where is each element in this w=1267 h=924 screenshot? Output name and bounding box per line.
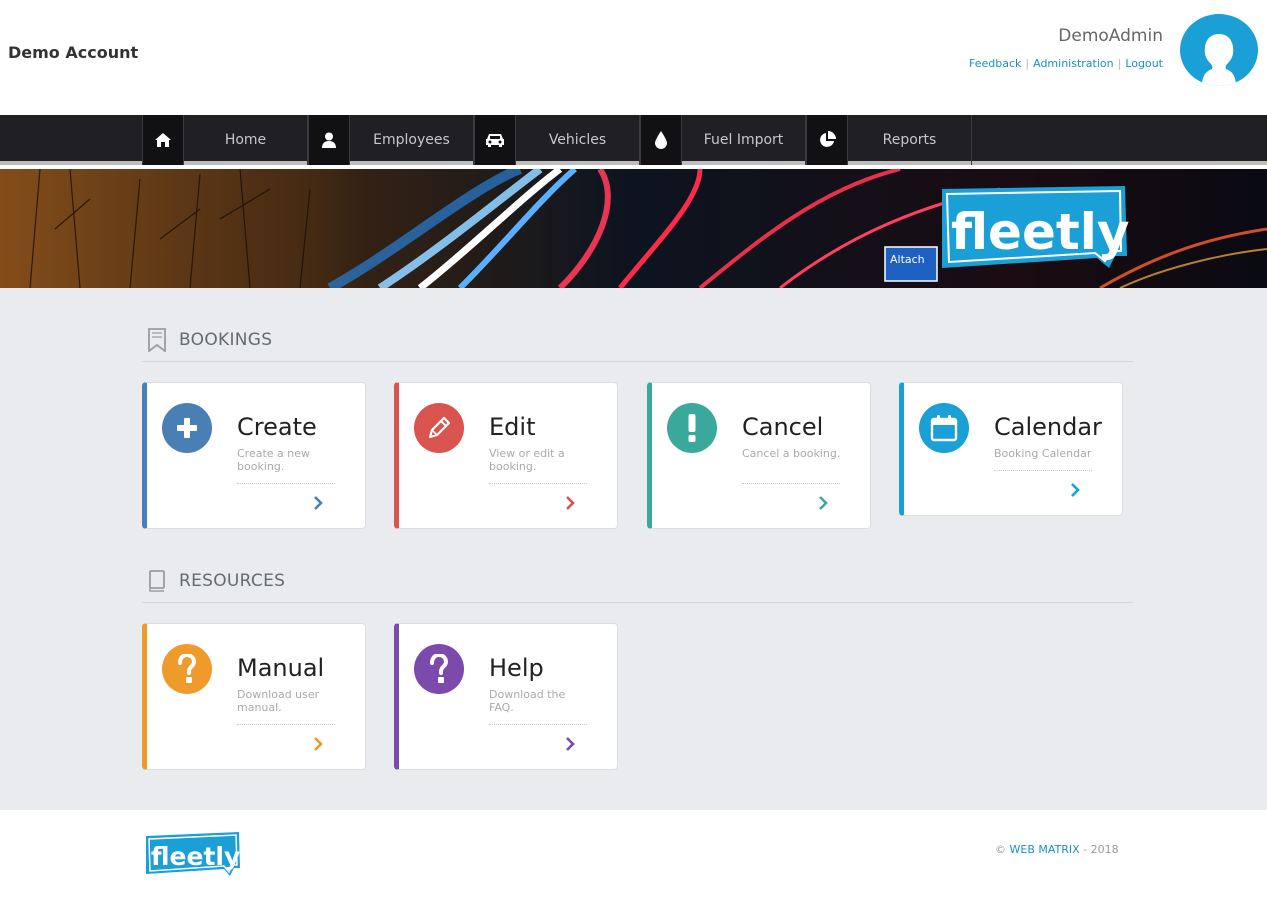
- fuel-drop-icon: [640, 115, 682, 165]
- user-silhouette-icon: [1202, 34, 1236, 86]
- card-divider: [742, 483, 840, 484]
- help-card[interactable]: Help Download the FAQ.: [394, 623, 618, 770]
- manual-card[interactable]: Manual Download user manual.: [142, 623, 366, 770]
- create-booking-card[interactable]: Create Create a new booking.: [142, 382, 366, 529]
- section-divider: [142, 361, 1133, 362]
- resources-section-title: RESOURCES: [146, 569, 285, 593]
- brand-link[interactable]: WEB MATRIX: [1010, 843, 1080, 856]
- card-title: Edit: [489, 413, 536, 441]
- card-title: Create: [237, 413, 317, 441]
- bookings-section-title: BOOKINGS: [146, 328, 272, 352]
- card-divider: [489, 483, 587, 484]
- nav-item-reports[interactable]: Reports: [806, 115, 972, 165]
- copyright: © WEB MATRIX - 2018: [995, 843, 1119, 856]
- nav-item-vehicles[interactable]: Vehicles: [474, 115, 640, 165]
- card-title: Manual: [237, 654, 325, 682]
- cancel-booking-card[interactable]: Cancel Cancel a booking.: [647, 382, 871, 529]
- user-icon: [308, 115, 350, 165]
- section-divider: [142, 602, 1133, 603]
- main-content: BOOKINGS Create Create a new booking. Ed…: [0, 288, 1267, 810]
- card-title: Cancel: [742, 413, 824, 441]
- bookmark-icon: [146, 328, 168, 352]
- chevron-right-icon[interactable]: [1067, 480, 1083, 500]
- administration-link[interactable]: Administration: [1033, 57, 1114, 70]
- nav-item-home[interactable]: Home: [142, 115, 308, 165]
- bookings-title-text: BOOKINGS: [179, 330, 273, 350]
- main-nav: Home Employees Vehicles Fuel Import Repo…: [0, 115, 1267, 165]
- chevron-right-icon[interactable]: [310, 493, 326, 513]
- avatar[interactable]: [1180, 14, 1258, 86]
- plus-icon: [162, 403, 212, 453]
- fleetly-logo: fleetly: [942, 186, 1130, 268]
- highway-night-image: Altach fleetly: [0, 169, 1267, 288]
- nav-label-vehicles: Vehicles: [548, 132, 607, 148]
- chevron-right-icon[interactable]: [815, 493, 831, 513]
- logout-link[interactable]: Logout: [1125, 57, 1163, 70]
- card-divider: [237, 483, 335, 484]
- card-description: View or edit a booking.: [489, 447, 565, 473]
- chevron-right-icon[interactable]: [310, 734, 326, 754]
- calendar-icon: [919, 403, 969, 453]
- pie-chart-icon: [806, 115, 848, 165]
- card-description: Download the FAQ.: [489, 688, 566, 714]
- user-name: DemoAdmin: [1058, 26, 1163, 46]
- book-icon: [146, 569, 168, 593]
- nav-item-fuel-import[interactable]: Fuel Import: [640, 115, 806, 165]
- banner-logo-text: fleetly: [951, 203, 1130, 261]
- exclamation-icon: [667, 403, 717, 453]
- header: Demo Account DemoAdmin Feedback | Administ…: [0, 0, 1267, 115]
- nav-label-employees: Employees: [373, 132, 450, 148]
- card-divider: [489, 724, 587, 725]
- edit-booking-card[interactable]: Edit View or edit a booking.: [394, 382, 618, 529]
- nav-label-home: Home: [224, 132, 267, 148]
- footer-logo[interactable]: fleetly: [144, 832, 242, 882]
- account-name: Demo Account: [8, 43, 139, 62]
- question-icon: [414, 644, 464, 694]
- chevron-right-icon[interactable]: [562, 493, 578, 513]
- user-links: Feedback | Administration | Logout: [969, 57, 1163, 70]
- card-description: Cancel a booking.: [742, 447, 841, 460]
- nav-label-reports: Reports: [882, 132, 937, 148]
- card-divider: [994, 470, 1092, 471]
- footer: fleetly © WEB MATRIX - 2018: [0, 810, 1267, 924]
- card-description: Booking Calendar: [994, 447, 1092, 460]
- footer-logo-text: fleetly: [151, 842, 240, 871]
- card-divider: [237, 724, 335, 725]
- home-icon: [142, 115, 184, 165]
- hero-banner: Altach fleetly: [0, 169, 1267, 288]
- feedback-link[interactable]: Feedback: [969, 57, 1021, 70]
- pencil-icon: [414, 403, 464, 453]
- chevron-right-icon[interactable]: [562, 734, 578, 754]
- road-sign-text: Altach: [890, 253, 925, 266]
- nav-label-fuel-import: Fuel Import: [703, 132, 784, 148]
- car-icon: [474, 115, 516, 165]
- link-separator: |: [1025, 57, 1030, 70]
- card-description: Download user manual.: [237, 688, 320, 714]
- link-separator: |: [1117, 57, 1122, 70]
- question-icon: [162, 644, 212, 694]
- copyright-year: - 2018: [1083, 843, 1119, 856]
- calendar-card[interactable]: Calendar Booking Calendar: [899, 382, 1123, 516]
- card-title: Help: [489, 654, 544, 682]
- resources-title-text: RESOURCES: [179, 571, 286, 591]
- nav-item-employees[interactable]: Employees: [308, 115, 474, 165]
- copyright-symbol: ©: [995, 843, 1006, 856]
- card-description: Create a new booking.: [237, 447, 311, 473]
- card-title: Calendar: [994, 413, 1102, 441]
